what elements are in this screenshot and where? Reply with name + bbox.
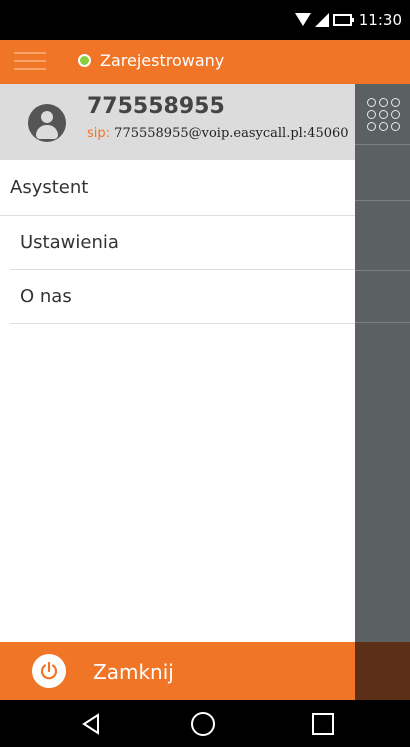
hamburger-icon[interactable] bbox=[14, 52, 46, 76]
drawer-menu: Asystent Ustawienia O nas bbox=[0, 160, 355, 324]
account-number: 775558955 bbox=[87, 94, 225, 119]
registration-status: Zarejestrowany bbox=[100, 51, 225, 70]
avatar-icon bbox=[28, 104, 66, 142]
sip-label: sip: bbox=[87, 126, 111, 141]
system-nav-bar bbox=[0, 700, 410, 747]
registration-status-indicator bbox=[78, 54, 91, 67]
status-icons: 11:30 bbox=[294, 11, 402, 29]
power-icon bbox=[32, 654, 66, 688]
battery-icon bbox=[332, 14, 354, 26]
main-content-scrim[interactable] bbox=[355, 84, 410, 700]
dialpad-icon[interactable] bbox=[367, 98, 401, 132]
menu-item-o-nas[interactable]: O nas bbox=[10, 270, 355, 324]
divider bbox=[355, 200, 410, 201]
navigation-drawer: 775558955 sip: 775558955@voip.easycall.p… bbox=[0, 84, 355, 700]
close-label: Zamknij bbox=[93, 660, 174, 684]
scrim-footer bbox=[355, 642, 410, 700]
status-time: 11:30 bbox=[358, 11, 402, 29]
sip-address-line: sip: 775558955@voip.easycall.pl:45060 bbox=[87, 126, 349, 142]
app-bar: Zarejestrowany bbox=[0, 40, 410, 84]
close-button[interactable]: Zamknij bbox=[0, 642, 355, 700]
wifi-icon bbox=[294, 13, 311, 26]
recents-icon[interactable] bbox=[308, 709, 338, 739]
divider bbox=[355, 322, 410, 323]
home-icon[interactable] bbox=[188, 709, 218, 739]
menu-item-asystent[interactable]: Asystent bbox=[0, 160, 355, 216]
back-icon[interactable] bbox=[78, 709, 108, 739]
sip-address: 775558955@voip.easycall.pl:45060 bbox=[114, 126, 349, 141]
menu-item-ustawienia[interactable]: Ustawienia bbox=[10, 216, 355, 270]
divider bbox=[355, 270, 410, 271]
account-header: 775558955 sip: 775558955@voip.easycall.p… bbox=[0, 84, 355, 160]
divider bbox=[355, 144, 410, 145]
status-bar: 11:30 bbox=[0, 0, 410, 40]
signal-icon bbox=[314, 13, 329, 27]
